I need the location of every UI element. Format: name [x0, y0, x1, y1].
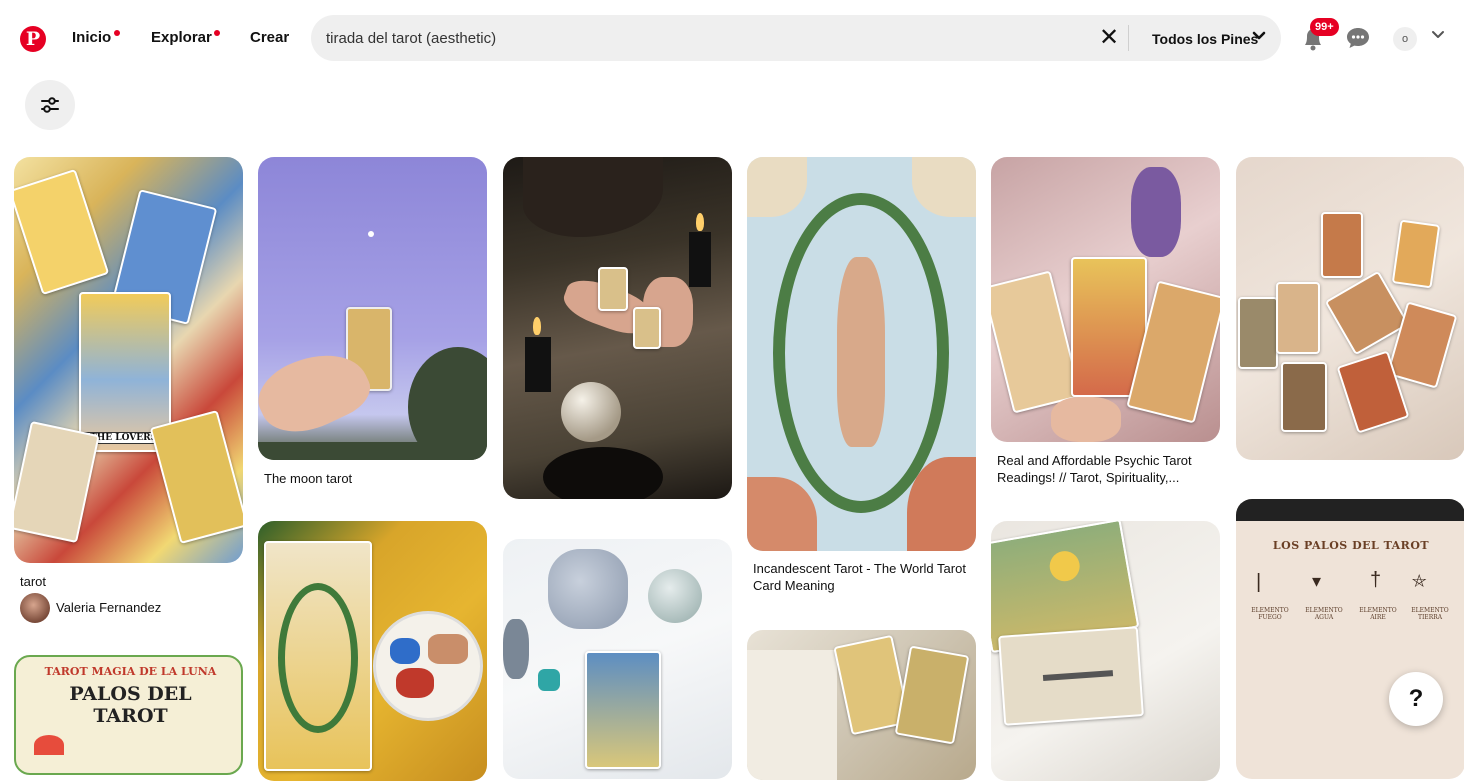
image-top-bar [1236, 499, 1464, 521]
help-button[interactable]: ? [1389, 672, 1443, 726]
sliders-icon [41, 97, 59, 113]
crystal-image [390, 638, 420, 664]
nav-home[interactable]: Inicio [72, 29, 111, 46]
bull-corner-image [747, 477, 817, 551]
pin-image-candle-reading[interactable] [503, 157, 732, 499]
pin-author[interactable]: Valeria Fernandez [56, 600, 161, 615]
pin-image-moon-ace-swords[interactable] [991, 521, 1220, 781]
pinterest-logo-icon[interactable]: P [20, 26, 46, 52]
wand-icon: | [1256, 571, 1262, 593]
tarot-card-image [633, 307, 661, 349]
sword-icon: † [1370, 569, 1382, 591]
bowl-image [373, 611, 483, 721]
element-label: ELEMENTO AGUA [1305, 607, 1343, 621]
filters-button[interactable] [25, 80, 75, 130]
pin-title[interactable]: Real and Affordable Psychic Tarot Readin… [997, 452, 1217, 486]
element-label: ELEMENTO FUEGO [1251, 607, 1289, 621]
element-label: ELEMENTO TIERRA [1411, 607, 1449, 621]
notifications-badge: 99+ [1310, 18, 1339, 36]
tarot-card-image [1391, 219, 1441, 289]
pin-image-book-tarot[interactable] [747, 630, 976, 780]
candle-image [525, 337, 551, 392]
pin-image-psychic-reading[interactable] [991, 157, 1220, 442]
pin-title[interactable]: tarot [20, 573, 46, 590]
image-heading: PALOS DEL [69, 683, 192, 705]
element-label: ELEMENTO AIRE [1359, 607, 1397, 621]
pin-image-crystals-star-card[interactable] [503, 539, 732, 779]
cup-icon: ▾ [1312, 571, 1322, 591]
nav-explore-notification-dot [214, 30, 220, 36]
pin-image-world-tarot[interactable] [747, 157, 976, 551]
crystal-ball-image [561, 382, 621, 442]
nav-explore[interactable]: Explorar [151, 29, 212, 46]
hand-image [1051, 397, 1121, 442]
pin-image-moon-tarot[interactable] [258, 157, 487, 460]
book-page-image [747, 650, 837, 780]
account-avatar[interactable]: o [1393, 27, 1417, 51]
dancer-figure-image [837, 257, 885, 447]
nav-create[interactable]: Crear [250, 29, 289, 46]
flame-image [696, 213, 704, 231]
pin-image-temperance-crystals[interactable] [258, 521, 487, 781]
eagle-corner-image [912, 157, 976, 217]
tarot-card-image [1238, 297, 1278, 369]
clear-search-icon[interactable]: ✕ [1097, 26, 1121, 50]
angel-corner-image [747, 157, 807, 217]
tarot-card-image [991, 270, 1082, 414]
search-bar: ✕ Todos los Pines [311, 15, 1281, 61]
search-scope-dropdown[interactable]: Todos los Pines [1152, 31, 1258, 47]
banner-text: TAROT MAGIA DE LA LUNA [44, 665, 217, 678]
nav-home-notification-dot [114, 30, 120, 36]
flame-image [34, 735, 64, 755]
avatar[interactable] [20, 593, 50, 623]
moon-image [368, 231, 374, 237]
tarot-card-image [894, 645, 970, 745]
pentacle-icon: ⛤ [1412, 571, 1427, 591]
account-chevron-icon[interactable] [1431, 28, 1445, 45]
pin-image-palos-infographic[interactable]: LOS PALOS DEL TAROT | ▾ † ⛤ ELEMENTO FUE… [1236, 499, 1464, 779]
crystal-image [648, 569, 702, 623]
chevron-down-icon[interactable] [1252, 29, 1266, 46]
search-input[interactable] [326, 15, 1086, 61]
crystal-image [548, 549, 628, 629]
top-navigation: P Inicio Explorar Crear ✕ Todos los Pine… [0, 0, 1464, 76]
star-tarot-card-image [585, 651, 661, 769]
candle-image [689, 232, 711, 287]
treeline-image [258, 442, 487, 460]
lavender-image [1131, 167, 1181, 257]
moon-image [1047, 548, 1083, 584]
messages-icon[interactable] [1345, 26, 1371, 50]
tarot-card-image [598, 267, 628, 311]
tarot-card-image [149, 409, 243, 545]
ace-of-swords-card-image [998, 626, 1144, 726]
crystal-image [503, 619, 529, 679]
hair-image [523, 157, 663, 237]
tarot-card-image [14, 420, 100, 544]
pin-image-tarot-table-spread[interactable] [1236, 157, 1464, 460]
crystal-image [396, 668, 434, 698]
crystal-image [538, 669, 560, 691]
tarot-card-image [1281, 362, 1327, 432]
search-divider [1128, 25, 1129, 51]
infographic-title: LOS PALOS DEL TAROT [1272, 539, 1430, 552]
sword-image [1042, 670, 1114, 681]
pin-title[interactable]: The moon tarot [264, 470, 352, 487]
flame-image [533, 317, 541, 335]
tarot-card-image [14, 168, 110, 296]
bowl-image [543, 447, 663, 499]
crystal-image [428, 634, 468, 664]
pin-image-tarot-cards-spread[interactable]: THE LOVERS. [14, 157, 243, 563]
tarot-card-image [1321, 212, 1363, 278]
image-heading: TAROT [93, 705, 168, 727]
tarot-card-image [1276, 282, 1320, 354]
wreath-image [278, 583, 358, 733]
pin-image-palos-del-tarot[interactable]: TAROT MAGIA DE LA LUNA PALOS DEL TAROT [14, 655, 243, 775]
pin-title[interactable]: Incandescent Tarot - The World Tarot Car… [753, 560, 973, 594]
tarot-card-image [264, 541, 372, 771]
